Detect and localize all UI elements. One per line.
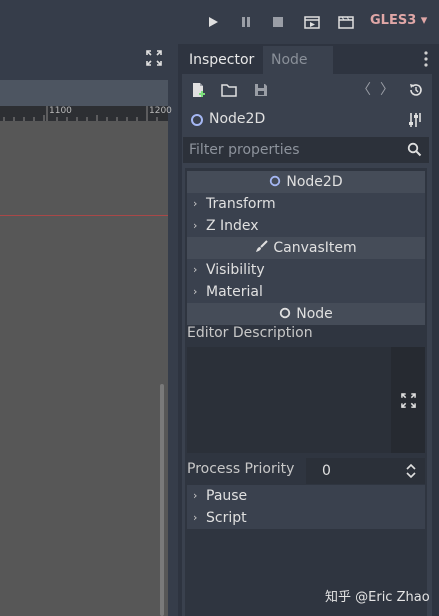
editor-description-label: Editor Description	[187, 325, 313, 341]
search-icon	[407, 142, 422, 161]
open-folder-icon[interactable]	[221, 82, 237, 102]
ruler-tick-label: 1200	[149, 106, 172, 116]
node-icon	[280, 307, 291, 319]
play-custom-scene-icon[interactable]	[336, 12, 356, 32]
chevron-right-icon: ›	[193, 219, 198, 232]
group-label: Pause	[206, 488, 248, 504]
renderer-select[interactable]: GLES3 ▾	[370, 13, 427, 28]
chevron-right-icon: ›	[193, 489, 198, 502]
origin-axis-line	[0, 215, 168, 216]
section-label: Node2D	[286, 174, 343, 190]
chevron-right-icon: ›	[193, 511, 198, 524]
spinner-updown-icon[interactable]	[405, 463, 417, 483]
save-icon[interactable]	[253, 82, 269, 102]
viewport-canvas[interactable]	[0, 121, 168, 616]
pause-icon[interactable]	[236, 12, 256, 32]
distraction-free-icon[interactable]	[146, 50, 164, 68]
chevron-right-icon: ›	[193, 285, 198, 298]
section-node2d: Node2D	[187, 171, 425, 193]
node-name-label: Node2D	[209, 111, 266, 127]
group-visibility[interactable]: › Visibility	[187, 259, 425, 281]
group-pause[interactable]: › Pause	[187, 485, 425, 507]
property-tools-icon[interactable]	[407, 112, 423, 132]
history-back-icon[interactable]: 〈	[357, 82, 371, 98]
tab-inspector[interactable]: Inspector	[181, 46, 273, 74]
chevron-right-icon: ›	[193, 197, 198, 210]
filter-field	[183, 137, 429, 163]
group-label: Visibility	[206, 262, 265, 278]
group-label: Transform	[206, 196, 276, 212]
expand-icon	[401, 393, 416, 412]
chevron-right-icon: ›	[193, 263, 198, 276]
group-transform[interactable]: › Transform	[187, 193, 425, 215]
object-history-icon[interactable]	[408, 82, 424, 102]
node2d-section-icon	[270, 175, 281, 187]
group-label: Z Index	[206, 218, 259, 234]
horizontal-ruler[interactable]: 1100 1200	[0, 106, 172, 121]
watermark-text: 知乎 @Eric Zhao	[325, 590, 430, 605]
group-label: Material	[206, 284, 263, 300]
section-node: Node	[187, 303, 425, 325]
group-label: Script	[206, 510, 247, 526]
tab-node[interactable]: Node	[263, 46, 333, 74]
brush-icon	[256, 240, 269, 252]
process-priority-label: Process Priority	[187, 461, 295, 477]
new-resource-icon[interactable]	[190, 82, 206, 102]
group-script[interactable]: › Script	[187, 507, 425, 529]
vertical-dots-icon[interactable]	[420, 50, 432, 68]
process-priority-value: 0	[322, 463, 331, 479]
expand-description-button[interactable]	[391, 347, 425, 453]
play-icon[interactable]	[203, 12, 223, 32]
viewport-scrollbar[interactable]	[160, 384, 164, 616]
node2d-icon	[190, 113, 204, 131]
ruler-tick-label: 1100	[49, 106, 72, 116]
section-label: Node	[296, 306, 333, 322]
group-material[interactable]: › Material	[187, 281, 425, 303]
group-z-index[interactable]: › Z Index	[187, 215, 425, 237]
stop-icon[interactable]	[268, 12, 288, 32]
section-canvas-item: CanvasItem	[187, 237, 425, 259]
filter-properties-input[interactable]	[183, 137, 409, 163]
play-scene-icon[interactable]	[302, 12, 322, 32]
history-forward-icon[interactable]: 〉	[380, 82, 394, 98]
editor-description-textarea[interactable]	[187, 347, 425, 453]
section-label: CanvasItem	[273, 240, 357, 256]
